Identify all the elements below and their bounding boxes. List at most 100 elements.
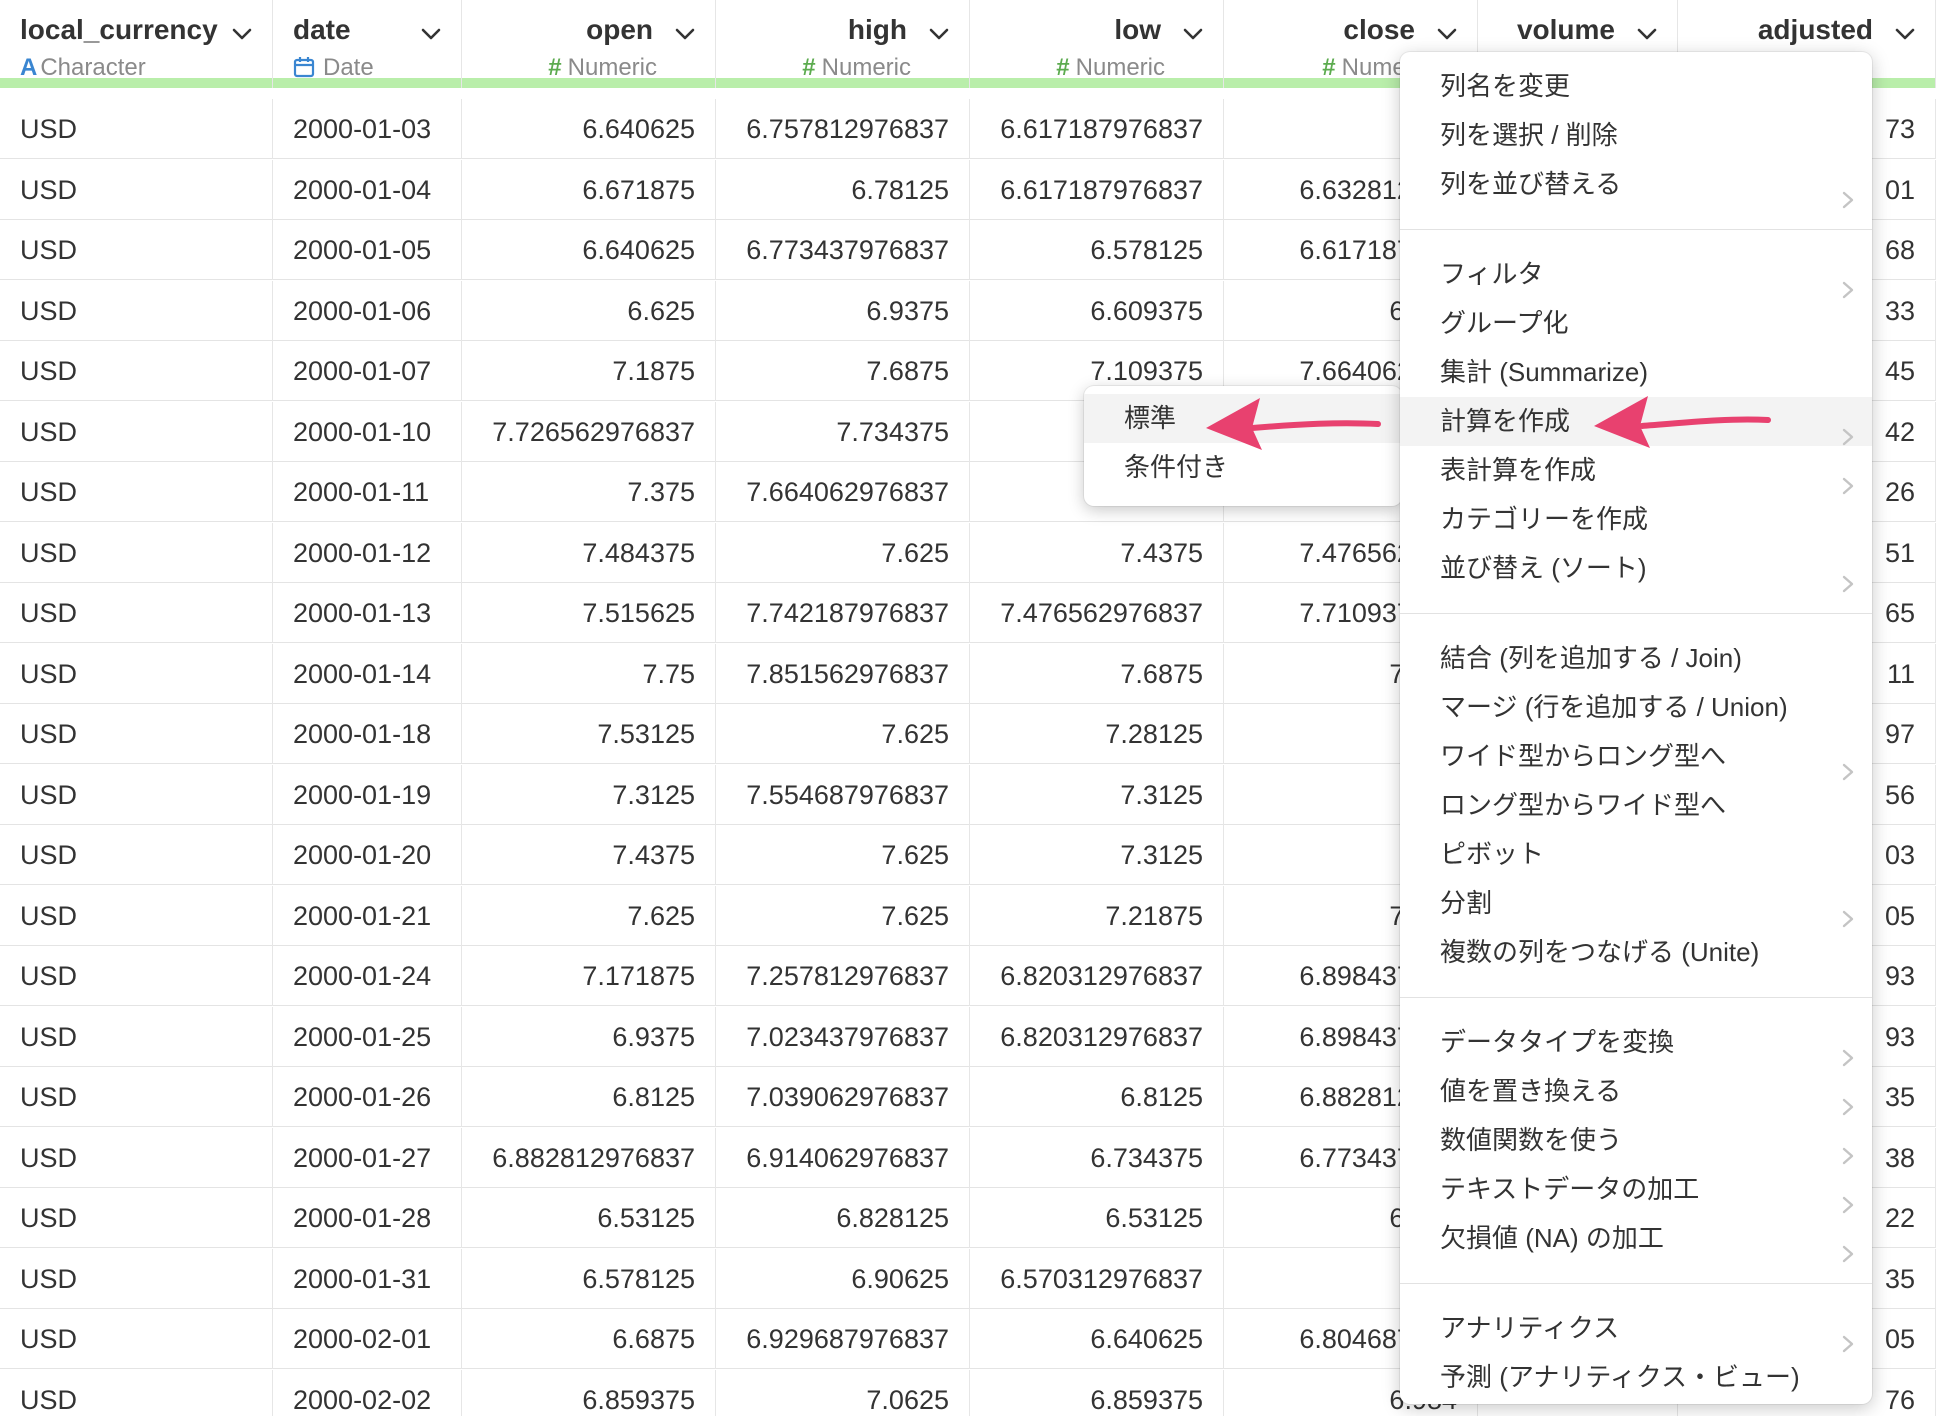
menu-item-label: ピボット	[1440, 839, 1545, 869]
cell-high: 7.742187976837	[716, 583, 970, 643]
menu-item[interactable]: 欠損値 (NA) の加工	[1400, 1214, 1872, 1263]
cell-open: 7.1875	[462, 341, 716, 401]
cell-date: 2000-01-25	[273, 1006, 462, 1067]
menu-item[interactable]: アナリティクス	[1400, 1304, 1872, 1353]
menu-separator	[1400, 997, 1872, 998]
chevron-down-icon[interactable]	[1893, 22, 1917, 46]
column-header-local_currency[interactable]: local_currency A Character	[0, 0, 273, 88]
column-header-high[interactable]: high # Numeric	[716, 0, 970, 88]
cell-low: 6.617187976837	[970, 159, 1224, 220]
chevron-down-icon[interactable]	[1635, 22, 1659, 46]
cell-high: 7.664062976837	[716, 462, 970, 522]
chevron-right-icon	[1842, 748, 1854, 781]
column-header-low[interactable]: low # Numeric	[970, 0, 1224, 88]
column-name: high	[847, 14, 907, 45]
cell-open: 7.3125	[462, 764, 716, 825]
cell-high: 7.625	[716, 825, 970, 885]
cell-low: 7.6875	[970, 643, 1224, 704]
cell-high: 7.734375	[716, 401, 970, 462]
menu-item-label: 列名を変更	[1440, 71, 1571, 101]
menu-item[interactable]: 数値関数を使う	[1400, 1116, 1872, 1165]
cell-date: 2000-01-24	[273, 946, 462, 1006]
menu-item[interactable]: 列名を変更	[1400, 62, 1872, 111]
cell-low: 6.617187976837	[970, 99, 1224, 159]
menu-item[interactable]: 計算を作成	[1400, 397, 1872, 446]
cell-date: 2000-01-19	[273, 764, 462, 825]
cell-open: 6.6875	[462, 1309, 716, 1369]
menu-item[interactable]: 列を並び替える	[1400, 160, 1872, 209]
cell-high: 7.6875	[716, 341, 970, 401]
submenu-item[interactable]: 標準	[1084, 394, 1402, 443]
menu-item[interactable]: ワイド型からロング型へ	[1400, 732, 1872, 781]
chevron-down-icon[interactable]	[1435, 22, 1459, 46]
menu-item[interactable]: 予測 (アナリティクス・ビュー)	[1400, 1353, 1872, 1402]
cell-local_currency: USD	[0, 1067, 273, 1127]
menu-item-label: 列を並び替える	[1440, 169, 1622, 199]
submenu-item[interactable]: 条件付き	[1084, 443, 1402, 492]
menu-item[interactable]: マージ (行を追加する / Union)	[1400, 683, 1872, 732]
cell-local_currency: USD	[0, 1248, 273, 1309]
chevron-right-icon	[1842, 266, 1854, 299]
menu-item[interactable]: 結合 (列を追加する / Join)	[1400, 634, 1872, 683]
menu-item[interactable]: 分割	[1400, 879, 1872, 928]
cell-date: 2000-01-28	[273, 1188, 462, 1248]
menu-item[interactable]: フィルタ	[1400, 250, 1872, 299]
chevron-down-icon[interactable]	[673, 22, 697, 46]
cell-open: 6.640625	[462, 220, 716, 280]
menu-item[interactable]: 表計算を作成	[1400, 446, 1872, 495]
menu-item[interactable]: 複数の列をつなげる (Unite)	[1400, 928, 1872, 977]
cell-low: 7.4375	[970, 522, 1224, 583]
column-header-date[interactable]: date Date	[273, 0, 462, 88]
chevron-down-icon[interactable]	[419, 22, 443, 46]
cell-high: 7.851562976837	[716, 643, 970, 704]
menu-item-label: グループ化	[1440, 308, 1569, 338]
menu-item[interactable]: 並び替え (ソート)	[1400, 544, 1872, 593]
calculation-submenu: 標準 条件付き	[1084, 386, 1402, 506]
cell-local_currency: USD	[0, 643, 273, 704]
menu-item-label: テキストデータの加工	[1440, 1174, 1700, 1204]
menu-item-label: マージ (行を追加する / Union)	[1440, 692, 1788, 722]
menu-item-label: カテゴリーを作成	[1440, 504, 1649, 534]
column-type-label: Date	[323, 54, 374, 81]
cell-open: 6.859375	[462, 1369, 716, 1416]
cell-date: 2000-01-14	[273, 643, 462, 704]
menu-item-label: 欠損値 (NA) の加工	[1440, 1223, 1664, 1253]
cell-local_currency: USD	[0, 1006, 273, 1067]
menu-item[interactable]: グループ化	[1400, 299, 1872, 348]
menu-item[interactable]: 列を選択 / 削除	[1400, 111, 1872, 160]
menu-item[interactable]: 集計 (Summarize)	[1400, 348, 1872, 397]
cell-low: 6.820312976837	[970, 1006, 1224, 1067]
cell-open: 7.726562976837	[462, 401, 716, 462]
chevron-down-icon[interactable]	[927, 22, 951, 46]
column-name: low	[1114, 14, 1161, 45]
menu-item-label: 数値関数を使う	[1440, 1125, 1623, 1155]
menu-item[interactable]: ピボット	[1400, 830, 1872, 879]
cell-date: 2000-01-11	[273, 462, 462, 522]
menu-item-label: 集計 (Summarize)	[1440, 357, 1649, 387]
menu-item[interactable]: 値を置き換える	[1400, 1067, 1872, 1116]
menu-item-label: 複数の列をつなげる (Unite)	[1440, 937, 1760, 967]
menu-item[interactable]: テキストデータの加工	[1400, 1165, 1872, 1214]
cell-high: 6.757812976837	[716, 99, 970, 159]
chevron-down-icon[interactable]	[230, 22, 254, 46]
cell-open: 7.171875	[462, 946, 716, 1006]
cell-local_currency: USD	[0, 825, 273, 885]
cell-open: 7.75	[462, 643, 716, 704]
column-type-label: Numeric	[567, 54, 657, 81]
column-type: # Numeric	[802, 54, 911, 82]
menu-item[interactable]: データタイプを変換	[1400, 1018, 1872, 1067]
cell-date: 2000-01-13	[273, 583, 462, 643]
column-header-open[interactable]: open # Numeric	[462, 0, 716, 88]
menu-item[interactable]: ロング型からワイド型へ	[1400, 781, 1872, 830]
cell-high: 6.929687976837	[716, 1309, 970, 1369]
cell-low: 7.476562976837	[970, 583, 1224, 643]
cell-high: 7.625	[716, 522, 970, 583]
cell-open: 6.882812976837	[462, 1127, 716, 1188]
cell-local_currency: USD	[0, 159, 273, 220]
menu-item[interactable]: カテゴリーを作成	[1400, 495, 1872, 544]
chevron-down-icon[interactable]	[1181, 22, 1205, 46]
column-type: # Numeric	[548, 54, 657, 82]
menu-item-label: ロング型からワイド型へ	[1440, 790, 1727, 820]
menu-separator	[1400, 1283, 1872, 1284]
cell-local_currency: USD	[0, 1369, 273, 1416]
